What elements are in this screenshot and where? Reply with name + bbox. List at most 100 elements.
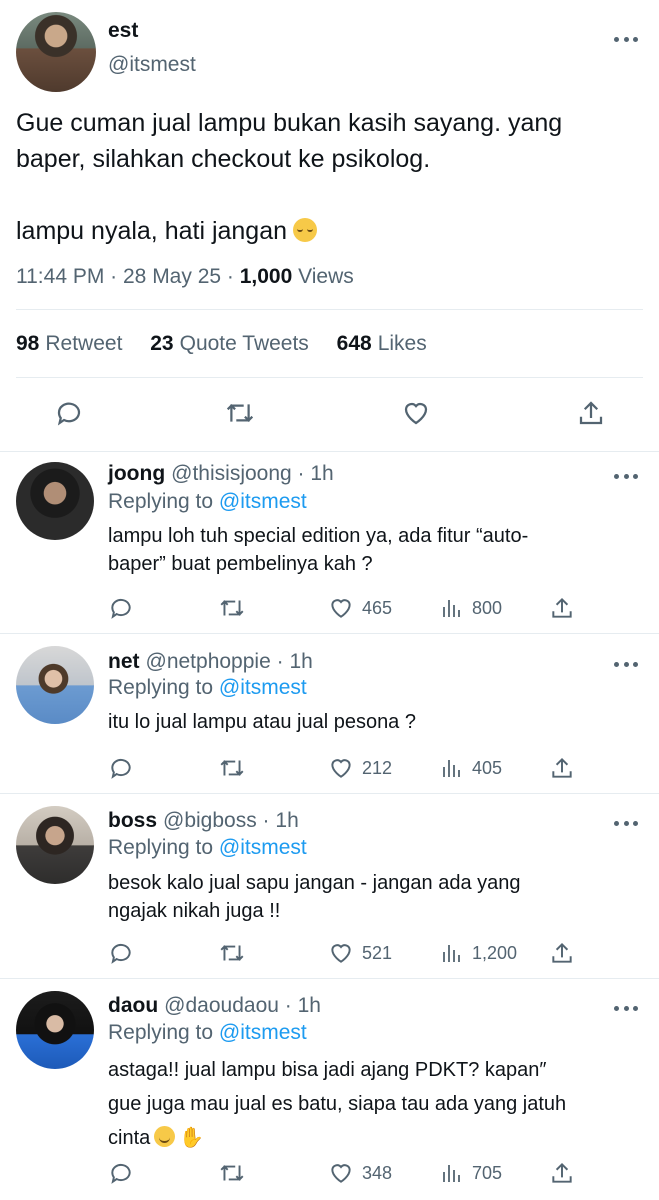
view-count: 405: [472, 757, 503, 778]
replying-label: Replying to: [108, 676, 214, 699]
like-button[interactable]: 348: [328, 1160, 392, 1186]
reply-text-line: cinta ✋: [108, 1121, 638, 1155]
reply-text: itu lo jual lampu atau jual pesona ?: [108, 708, 638, 736]
author-name[interactable]: est: [108, 19, 138, 43]
replying-link[interactable]: @itsmest: [219, 836, 307, 859]
smiling-face-icon: [154, 1126, 176, 1147]
divider: [16, 309, 643, 310]
divider: [0, 793, 659, 794]
share-button[interactable]: [576, 398, 606, 428]
avatar[interactable]: [16, 12, 96, 92]
reply-text-line: gue juga mau jual es batu, siapa tau ada…: [108, 1093, 567, 1115]
retweets-stat[interactable]: 98 Retweet: [16, 332, 122, 355]
reply-button[interactable]: [108, 1160, 134, 1186]
more-options-icon[interactable]: [614, 819, 638, 827]
views-button[interactable]: 405: [440, 755, 502, 781]
likes-count: 648: [336, 332, 372, 355]
retweet-button[interactable]: [218, 595, 246, 621]
share-button[interactable]: [549, 940, 575, 966]
like-count: 348: [362, 1162, 393, 1183]
like-button[interactable]: 212: [328, 755, 392, 781]
avatar[interactable]: [16, 991, 94, 1069]
more-options-icon[interactable]: [614, 1004, 638, 1012]
views-button[interactable]: 1,200: [440, 940, 517, 966]
avatar[interactable]: [16, 646, 94, 724]
tweet-text-line: [16, 177, 646, 213]
retweet-button[interactable]: [218, 1160, 246, 1186]
retweet-icon: [220, 760, 244, 776]
reply-name: daou: [108, 994, 159, 1017]
reply-icon: [111, 943, 131, 964]
divider: [0, 451, 659, 452]
avatar[interactable]: [16, 806, 94, 884]
replying-link[interactable]: @itsmest: [219, 676, 307, 699]
reply-button[interactable]: [54, 398, 84, 428]
reply-time: 1h: [297, 994, 321, 1017]
more-options-icon[interactable]: [614, 472, 638, 480]
views-button[interactable]: 800: [440, 595, 502, 621]
share-icon: [552, 942, 572, 963]
replying-to: Replying to @itsmest: [108, 490, 307, 514]
reply-text-line: besok kalo jual sapu jangan - jangan ada…: [108, 872, 521, 894]
views-icon: [443, 945, 460, 962]
more-options-icon[interactable]: [614, 660, 638, 668]
views-icon: [443, 1165, 460, 1182]
replying-to: Replying to @itsmest: [108, 1021, 307, 1045]
replying-link[interactable]: @itsmest: [219, 490, 307, 513]
reply-time: 1h: [289, 650, 313, 673]
reply-icon: [111, 598, 131, 619]
reply-time: 1h: [310, 462, 334, 485]
reply-author[interactable]: daou @daoudaou · 1h: [108, 994, 321, 1018]
share-button[interactable]: [549, 755, 575, 781]
reply-button[interactable]: [108, 940, 134, 966]
like-button[interactable]: 465: [328, 595, 392, 621]
reply-author[interactable]: net @netphoppie · 1h: [108, 650, 313, 674]
like-button[interactable]: [400, 398, 432, 428]
views-label: Views: [298, 265, 354, 288]
separator: ·: [278, 994, 298, 1017]
tweet-date[interactable]: 28 May 25: [123, 265, 221, 288]
share-button[interactable]: [549, 1160, 575, 1186]
reply-name: boss: [108, 809, 158, 832]
reply-text-line: baper” buat pembelinya kah ?: [108, 553, 373, 575]
tweet-text-line: Gue cuman jual lampu bukan kasih sayang.…: [16, 109, 563, 137]
reply-text: besok kalo jual sapu jangan - jangan ada…: [108, 869, 638, 925]
share-button[interactable]: [549, 595, 575, 621]
reply-author[interactable]: boss @bigboss · 1h: [108, 809, 299, 833]
reply-name: net: [108, 650, 140, 673]
views-icon: [443, 760, 460, 777]
avatar[interactable]: [16, 462, 94, 540]
reply-author[interactable]: joong @thisisjoong · 1h: [108, 462, 334, 486]
heart-icon: [331, 759, 351, 778]
retweet-button[interactable]: [224, 398, 256, 428]
heart-icon: [331, 944, 351, 963]
retweet-icon: [220, 945, 244, 961]
tweet-text-line: lampu nyala, hati jangan: [16, 213, 646, 249]
retweets-count: 98: [16, 332, 40, 355]
retweet-button[interactable]: [218, 940, 246, 966]
quotes-stat[interactable]: 23 Quote Tweets: [150, 332, 309, 355]
views-button[interactable]: 705: [440, 1160, 502, 1186]
reply-button[interactable]: [108, 595, 134, 621]
like-button[interactable]: 521: [328, 940, 392, 966]
divider: [16, 377, 643, 378]
replying-to: Replying to @itsmest: [108, 836, 307, 860]
reply-text-line: astaga!! jual lampu bisa jadi ajang PDKT…: [108, 1059, 547, 1081]
likes-label: Likes: [377, 332, 427, 355]
share-icon: [579, 401, 603, 425]
reply-button[interactable]: [108, 755, 134, 781]
author-handle[interactable]: @itsmest: [108, 53, 196, 77]
tweet-time[interactable]: 11:44 PM: [16, 265, 104, 288]
retweet-button[interactable]: [218, 755, 246, 781]
share-icon: [552, 1162, 572, 1183]
likes-stat[interactable]: 648 Likes: [337, 332, 427, 355]
reply-icon: [111, 758, 131, 779]
tweet-meta: 11:44 PM · 28 May 25 · 1,000 Views: [16, 265, 354, 289]
reply-text-line: lampu loh tuh special edition ya, ada fi…: [108, 525, 529, 547]
reply-icon: [111, 1163, 131, 1184]
reply-text-line: itu lo jual lampu atau jual pesona ?: [108, 711, 416, 733]
share-icon: [552, 597, 572, 618]
more-options-icon[interactable]: [614, 35, 638, 43]
replying-link[interactable]: @itsmest: [219, 1021, 307, 1044]
reply-text-line: ngajak nikah juga !!: [108, 900, 281, 922]
